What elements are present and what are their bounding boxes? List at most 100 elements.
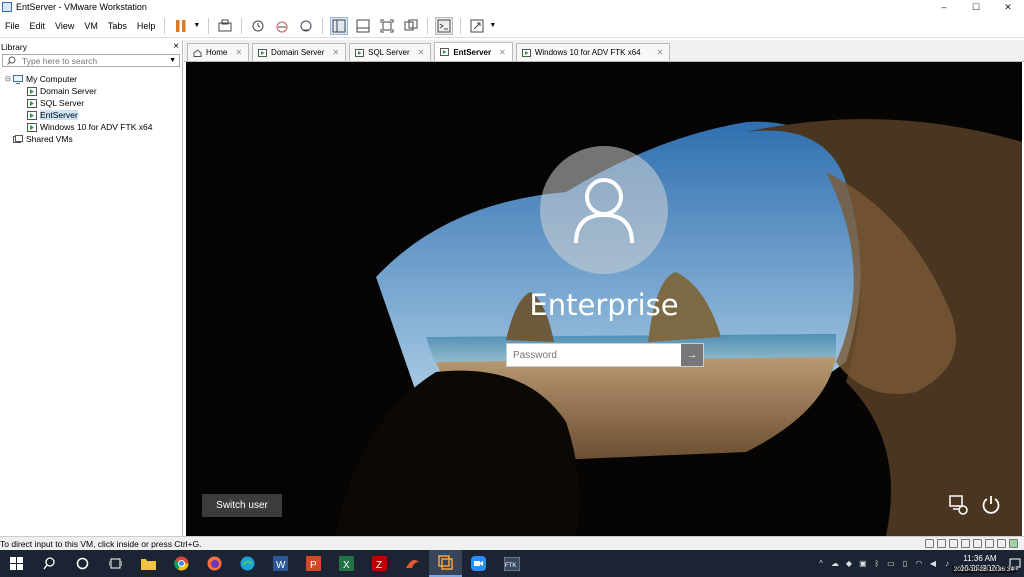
tab-close-icon[interactable]: ✕	[235, 48, 242, 57]
taskbar-ftk[interactable]: FTK	[495, 550, 528, 577]
taskbar-chrome[interactable]	[165, 550, 198, 577]
show-library-button[interactable]	[330, 16, 349, 35]
taskbar-file-explorer[interactable]	[132, 550, 165, 577]
switch-user-button[interactable]: Switch user	[202, 494, 282, 517]
taskbar-filezilla[interactable]: Z	[363, 550, 396, 577]
toolbar-separator	[208, 17, 210, 34]
library-search-input[interactable]	[22, 55, 162, 66]
collapse-icon[interactable]: ⊟	[5, 75, 13, 83]
show-hidden-icons-icon[interactable]: ^	[814, 550, 828, 577]
vm-running-icon	[27, 98, 37, 108]
vm-console[interactable]: Enterprise → Switch user	[186, 62, 1022, 536]
onedrive-icon[interactable]: ☁	[828, 550, 842, 577]
revert-snapshot-button[interactable]	[273, 17, 291, 35]
taskbar-powerpoint[interactable]: P	[297, 550, 330, 577]
tab-sql-server[interactable]: SQL Server ✕	[349, 43, 432, 61]
app-icon	[406, 560, 419, 568]
console-view-button[interactable]	[435, 16, 454, 35]
stretch-guest-button[interactable]	[468, 17, 486, 35]
taskbar-app-red[interactable]	[396, 550, 429, 577]
ftk-icon: FTK	[503, 556, 520, 571]
folder-icon	[141, 559, 156, 570]
wifi-icon[interactable]: ◠	[912, 550, 926, 577]
library-search: ▼	[2, 54, 180, 67]
tab-entserver[interactable]: EntServer ✕	[434, 42, 513, 61]
bluetooth-icon[interactable]: ᛒ	[870, 550, 884, 577]
menu-tabs[interactable]: Tabs	[103, 21, 132, 31]
vm-tree: ⊟ My Computer Domain Server SQL Server E…	[0, 73, 182, 145]
taskbar-firefox[interactable]	[198, 550, 231, 577]
keyboard-tray-icon[interactable]: ▭	[884, 550, 898, 577]
taskbar-zoom[interactable]	[462, 550, 495, 577]
menu-vm[interactable]: VM	[79, 21, 103, 31]
search-dropdown-icon[interactable]: ▼	[169, 57, 176, 64]
network-adapter-icon[interactable]	[949, 539, 958, 548]
tab-windows-10[interactable]: Windows 10 for ADV FTK x64 ✕	[515, 43, 671, 61]
minimize-button[interactable]: –	[928, 0, 960, 14]
taskbar-excel[interactable]: X	[330, 550, 363, 577]
task-view-button[interactable]	[99, 550, 132, 577]
full-screen-button[interactable]	[378, 17, 396, 35]
menu-file[interactable]: File	[0, 21, 25, 31]
network-button[interactable]	[948, 494, 970, 516]
firefox-icon	[207, 556, 222, 571]
usb-icon[interactable]	[961, 539, 970, 548]
tab-home[interactable]: Home ✕	[187, 43, 250, 61]
svg-text:X: X	[343, 560, 350, 571]
maximize-button[interactable]: ☐	[960, 0, 992, 14]
unity-button[interactable]	[402, 17, 420, 35]
library-title: Library	[1, 41, 27, 52]
send-ctrl-alt-del-button[interactable]	[216, 17, 234, 35]
library-close-button[interactable]: ×	[173, 41, 179, 52]
tree-node-my-computer[interactable]: ⊟ My Computer	[0, 73, 182, 85]
taskbar-word[interactable]: W	[264, 550, 297, 577]
task-view-icon	[109, 558, 122, 569]
sound-icon[interactable]	[973, 539, 982, 548]
tree-node-vm[interactable]: Domain Server	[0, 85, 182, 97]
app-tray-icon[interactable]: ▣	[856, 550, 870, 577]
password-input[interactable]	[507, 344, 681, 366]
tab-close-icon[interactable]: ✕	[499, 48, 506, 57]
vm-running-icon	[521, 48, 531, 57]
pause-dropdown-icon[interactable]: ▼	[193, 22, 200, 29]
cortana-button[interactable]	[66, 550, 99, 577]
power-button[interactable]	[980, 494, 1002, 516]
tree-node-shared-vms[interactable]: Shared VMs	[0, 133, 182, 145]
computer-icon	[13, 74, 23, 84]
message-icon[interactable]	[1009, 539, 1018, 548]
battery-icon[interactable]: ▯	[898, 550, 912, 577]
tree-node-vm-selected[interactable]: EntServer	[0, 109, 182, 121]
taskbar-vmware[interactable]	[429, 550, 462, 577]
search-taskbar-button[interactable]	[33, 550, 66, 577]
hdd-icon[interactable]	[925, 539, 934, 548]
user-icon	[574, 178, 634, 244]
snapshot-button[interactable]	[249, 17, 267, 35]
tab-close-icon[interactable]: ✕	[657, 48, 664, 57]
user-avatar	[540, 146, 668, 274]
printer-icon[interactable]	[985, 539, 994, 548]
submit-password-button[interactable]: →	[681, 344, 703, 366]
dropbox-icon[interactable]: ◆	[842, 550, 856, 577]
taskbar-edge[interactable]	[231, 550, 264, 577]
volume-icon[interactable]: ◀	[926, 550, 940, 577]
window-titlebar[interactable]: EntServer - VMware Workstation – ☐ ✕	[0, 0, 1024, 14]
tab-close-icon[interactable]: ✕	[332, 48, 339, 57]
thumbnail-bar-button[interactable]	[354, 17, 372, 35]
stretch-icon	[470, 19, 484, 32]
stretch-dropdown-icon[interactable]: ▼	[489, 22, 496, 29]
menu-view[interactable]: View	[50, 21, 79, 31]
tab-close-icon[interactable]: ✕	[418, 48, 425, 57]
snapshot-manager-button[interactable]	[297, 17, 315, 35]
toolbar-separator	[241, 17, 243, 34]
tab-domain-server[interactable]: Domain Server ✕	[252, 43, 347, 61]
edge-icon	[240, 556, 255, 571]
start-button[interactable]	[0, 550, 33, 577]
menu-edit[interactable]: Edit	[25, 21, 51, 31]
menu-help[interactable]: Help	[132, 21, 161, 31]
tree-node-vm[interactable]: Windows 10 for ADV FTK x64	[0, 121, 182, 133]
tree-node-vm[interactable]: SQL Server	[0, 97, 182, 109]
close-window-button[interactable]: ✕	[992, 0, 1024, 14]
display-icon[interactable]	[997, 539, 1006, 548]
pause-vm-button[interactable]	[172, 17, 190, 35]
cd-icon[interactable]	[937, 539, 946, 548]
